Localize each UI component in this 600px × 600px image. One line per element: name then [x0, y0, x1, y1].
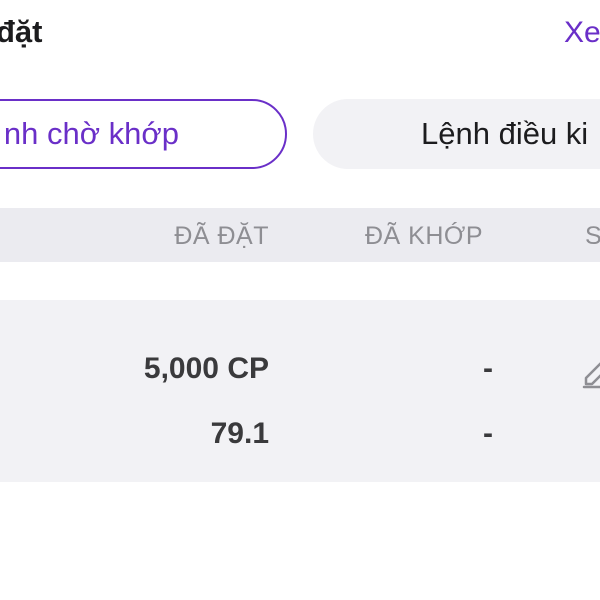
column-header-matched: ĐÃ KHỚP: [365, 222, 484, 250]
placed-quantity: 5,000 CP: [143, 352, 269, 385]
table-header: ĐÃ ĐẶT ĐÃ KHỚP S: [0, 208, 600, 262]
tab-pending-orders-label: nh chờ khớp: [3, 116, 179, 151]
column-header-placed: ĐÃ ĐẶT: [174, 222, 269, 250]
view-all-link[interactable]: Xe: [564, 16, 600, 50]
table-row[interactable]: 5,000 CP 79.1 - -: [0, 300, 600, 482]
edit-icon[interactable]: [582, 350, 600, 390]
placed-price: 79.1: [210, 417, 269, 450]
column-header-edit: S: [585, 222, 600, 250]
matched-quantity: -: [483, 352, 493, 385]
tab-pending-orders[interactable]: nh chờ khớp: [0, 99, 287, 169]
tab-conditional-orders[interactable]: Lệnh điều ki: [313, 99, 600, 169]
order-book-screen: đặt Xe nh chờ khớp Lệnh điều ki ĐÃ ĐẶT Đ…: [0, 0, 600, 600]
page-title: đặt: [0, 14, 43, 49]
matched-price: -: [483, 417, 493, 450]
tab-conditional-orders-label: Lệnh điều ki: [421, 116, 589, 151]
